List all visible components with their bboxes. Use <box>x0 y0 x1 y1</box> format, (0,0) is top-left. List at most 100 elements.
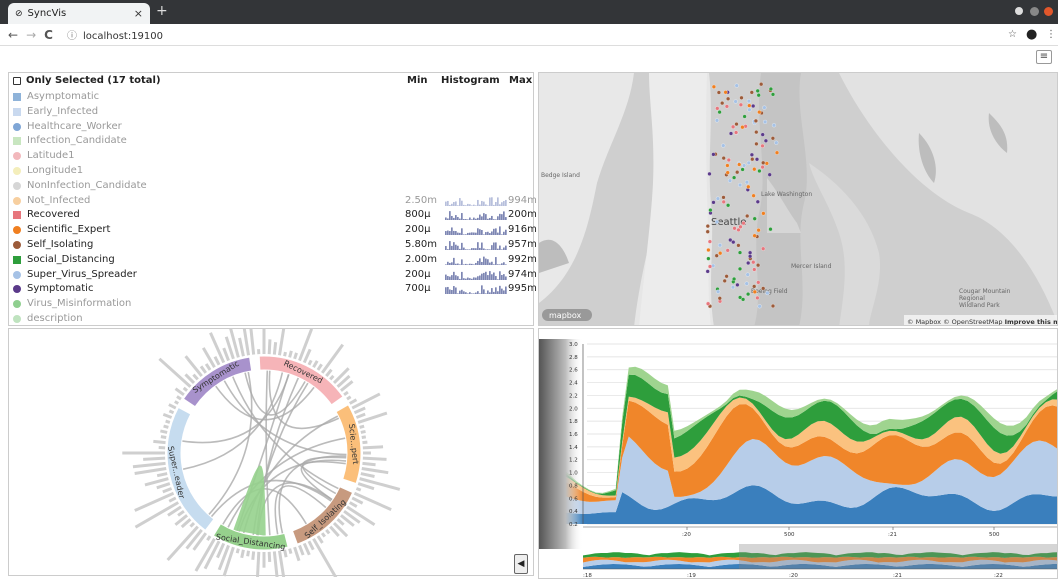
histogram-bar <box>299 545 303 555</box>
histogram-bar <box>175 401 178 403</box>
y-tick-label: 0.2 <box>569 522 578 528</box>
legend-item-virus-misinformation[interactable]: Virus_Misinformation <box>13 297 531 311</box>
legend-item-symptomatic[interactable]: Symptomatic700µ995m <box>13 282 531 296</box>
map-point <box>754 119 758 123</box>
legend-item-social-distancing[interactable]: Social_Distancing2.00m992m <box>13 253 531 267</box>
max-header: Max <box>509 75 532 86</box>
map-point <box>745 282 749 286</box>
histogram-bar <box>304 349 310 362</box>
legend-item-not-infected[interactable]: Not_Infected2.50m994m <box>13 194 531 208</box>
legend-item-super-virus-spreader[interactable]: Super_Virus_Spreader200µ974m <box>13 268 531 282</box>
map-point <box>754 130 758 134</box>
map-point <box>756 200 760 204</box>
legend-item-recovered[interactable]: Recovered800µ200m <box>13 208 531 222</box>
new-tab-button[interactable]: + <box>156 3 168 19</box>
histogram-bar <box>159 359 190 387</box>
histogram-bar <box>279 551 284 577</box>
map-panel[interactable]: Bedge Island Lake Washington Mercer Isla… <box>538 72 1058 326</box>
histogram-bar <box>203 348 214 367</box>
map-point <box>751 104 755 108</box>
legend-item-latitude1[interactable]: Latitude1 <box>13 149 531 163</box>
legend-item-self-isolating[interactable]: Self_Isolating5.80m957m <box>13 238 531 252</box>
legend-item-scientific-expert[interactable]: Scientific_Expert200µ916m <box>13 223 531 237</box>
only-selected-checkbox[interactable] <box>13 77 21 85</box>
map-point <box>748 254 752 258</box>
legend-histogram <box>445 284 507 294</box>
kebab-menu-icon[interactable]: ⋮ <box>1046 29 1056 40</box>
map-point <box>723 279 727 283</box>
address-bar[interactable]: ⓘlocalhost:19100 <box>67 27 163 42</box>
map-point <box>716 290 720 294</box>
map-point <box>763 106 767 110</box>
legend-item-asymptomatic[interactable]: Asymptomatic <box>13 90 531 104</box>
reload-icon[interactable]: C <box>44 28 53 42</box>
map-point <box>708 172 712 176</box>
y-tick-label: 2.2 <box>569 393 578 399</box>
map-point <box>712 201 716 205</box>
legend-item-description[interactable]: description <box>13 312 531 326</box>
legend-label: Asymptomatic <box>27 90 99 104</box>
legend-item-infection-candidate[interactable]: Infection_Candidate <box>13 134 531 148</box>
map-point <box>706 230 710 234</box>
hamburger-menu-button[interactable]: ≡ <box>1036 50 1052 64</box>
histogram-bar <box>326 530 329 534</box>
histogram-bar <box>256 552 259 577</box>
legend-item-healthcare-worker[interactable]: Healthcare_Worker <box>13 120 531 134</box>
minimize-window-icon[interactable] <box>1015 7 1023 15</box>
map-point <box>735 170 739 174</box>
map-point <box>715 119 719 123</box>
legend-swatch-icon <box>13 315 21 323</box>
tab-syncvis[interactable]: ⊘ SyncVis × <box>8 3 150 24</box>
legend-label: Not_Infected <box>27 194 90 208</box>
tab-close-icon[interactable]: × <box>134 7 143 20</box>
forward-arrow-icon[interactable]: → <box>26 28 36 42</box>
map-point <box>757 110 761 114</box>
histogram-bar <box>184 388 187 391</box>
map-point <box>722 156 726 160</box>
map-point <box>764 139 768 143</box>
y-tick-label: 1.0 <box>569 471 578 477</box>
histogram-bar <box>161 437 166 438</box>
map-point <box>756 296 760 300</box>
map-point <box>753 290 757 294</box>
map-point <box>732 277 736 281</box>
map-point <box>742 164 746 168</box>
legend-min-value: 200µ <box>405 268 445 282</box>
chord-svg[interactable]: SymptomaticRecoveredScie...pertSelf_Isol… <box>9 329 535 577</box>
histogram-bar <box>133 463 166 466</box>
map-point <box>731 285 735 289</box>
y-tick-label: 3.0 <box>569 342 578 348</box>
histogram-bar <box>279 329 284 355</box>
histogram-bar <box>360 479 400 490</box>
maximize-window-icon[interactable] <box>1030 7 1039 16</box>
brush-selection[interactable] <box>739 544 1058 569</box>
legend-item-longitude1[interactable]: Longitude1 <box>13 164 531 178</box>
bookmark-star-icon[interactable]: ☆ <box>1008 29 1017 40</box>
streamgraph-svg[interactable]: 3.02.82.62.42.22.01.81.61.41.21.00.80.60… <box>539 329 1058 579</box>
histogram-bar <box>269 339 270 354</box>
map-attribution[interactable]: © Mapbox © OpenStreetMap Improve this ma… <box>907 318 1058 326</box>
collapse-button[interactable]: ◀ <box>514 554 528 574</box>
map-point <box>738 251 742 255</box>
map-point <box>763 120 767 124</box>
map-point <box>718 251 722 255</box>
close-window-icon[interactable] <box>1044 7 1053 16</box>
histogram-bar <box>163 414 171 417</box>
map-point <box>757 93 761 97</box>
legend-item-noninfection-candidate[interactable]: NonInfection_Candidate <box>13 179 531 193</box>
map-point <box>737 244 741 248</box>
brush-overview[interactable]: :18:19:20:21:22 <box>583 544 1058 579</box>
legend-panel: Only Selected (17 total) Min Histogram M… <box>8 72 534 326</box>
map-svg[interactable]: Bedge Island Lake Washington Mercer Isla… <box>539 73 1058 326</box>
map-point <box>747 99 751 103</box>
map-point <box>746 292 750 296</box>
legend-swatch-icon <box>13 197 21 205</box>
histogram-bar <box>274 342 275 354</box>
legend-swatch-icon <box>13 152 21 160</box>
profile-icon[interactable]: ● <box>1026 27 1037 42</box>
map-point <box>761 133 765 137</box>
back-arrow-icon[interactable]: ← <box>8 28 18 42</box>
map-point <box>726 164 730 168</box>
legend-item-early-infected[interactable]: Early_Infected <box>13 105 531 119</box>
legend-min-value: 700µ <box>405 282 445 296</box>
